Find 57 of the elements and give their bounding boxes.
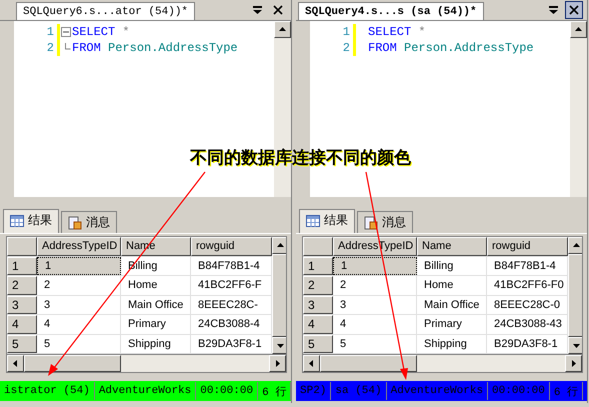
table-cell: Shipping <box>121 334 191 353</box>
status-item: AdventureWorks <box>94 382 196 400</box>
table-cell: 5 <box>37 334 121 353</box>
line-number: 2 <box>342 41 351 55</box>
status-item: 00:00:00 <box>196 382 258 400</box>
table-cell: Home <box>417 276 487 294</box>
column-header[interactable]: rowguid <box>487 237 568 256</box>
row-header[interactable]: 3 <box>303 296 333 314</box>
results-tab[interactable]: 消息 <box>357 211 413 233</box>
status-item: 00:00:00 <box>488 382 550 400</box>
table-cell: Shipping <box>417 334 487 353</box>
code-line: FROM Person.AddressType <box>368 41 534 55</box>
status-item: 6 行 <box>550 382 584 400</box>
table-cell: 2 <box>333 276 417 294</box>
table-cell: 3 <box>37 296 121 314</box>
table-cell: Main Office <box>417 296 487 314</box>
annotation-text: 不同的数据库连接不同的颜色 <box>190 147 411 169</box>
table-cell: Primary <box>417 315 487 334</box>
column-header[interactable]: rowguid <box>191 237 272 256</box>
row-header[interactable]: 5 <box>303 334 333 353</box>
code-line: FROM Person.AddressType <box>72 41 238 55</box>
table-cell: 5 <box>333 334 417 353</box>
line-number: 1 <box>342 25 351 39</box>
line-number: 2 <box>46 41 55 55</box>
row-header[interactable]: 4 <box>7 315 37 334</box>
table-cell: 1 <box>333 256 417 275</box>
column-header[interactable]: Name <box>417 237 487 256</box>
table-cell: 4 <box>37 315 121 334</box>
status-item: istrator (54) <box>0 382 95 400</box>
row-header[interactable]: 2 <box>303 276 333 294</box>
column-header[interactable]: AddressTypeID <box>37 237 121 256</box>
row-header[interactable]: 1 <box>303 256 333 275</box>
status-item: 6 行 <box>258 382 291 400</box>
table-cell: 3 <box>333 296 417 314</box>
row-header[interactable]: 3 <box>7 296 37 314</box>
results-tab[interactable]: 结果 <box>299 209 355 233</box>
status-item: AdventureWorks <box>386 382 488 400</box>
row-header[interactable]: 1 <box>7 256 37 275</box>
line-number: 1 <box>46 25 55 39</box>
status-item: sa (54) <box>331 382 387 400</box>
table-cell: Home <box>121 276 191 294</box>
table-cell: Main Office <box>121 296 191 314</box>
document-tab[interactable]: SQLQuery6.s...ator (54))* <box>16 2 196 20</box>
row-header[interactable]: 4 <box>303 315 333 334</box>
table-cell: 4 <box>333 315 417 334</box>
row-header[interactable]: 2 <box>7 276 37 294</box>
row-header[interactable]: 5 <box>7 334 37 353</box>
table-cell: Billing <box>417 256 487 275</box>
code-line: SELECT * <box>368 25 426 39</box>
code-line: SELECT * <box>72 25 130 39</box>
status-item: SP2) <box>296 382 332 400</box>
table-cell: 2 <box>37 276 121 294</box>
results-tab[interactable]: 消息 <box>61 211 117 233</box>
table-cell: Primary <box>121 315 191 334</box>
table-cell: 1 <box>37 256 121 275</box>
document-tab[interactable]: SQLQuery4.s...s (sa (54))* <box>298 2 484 20</box>
results-tab[interactable]: 结果 <box>3 209 59 233</box>
